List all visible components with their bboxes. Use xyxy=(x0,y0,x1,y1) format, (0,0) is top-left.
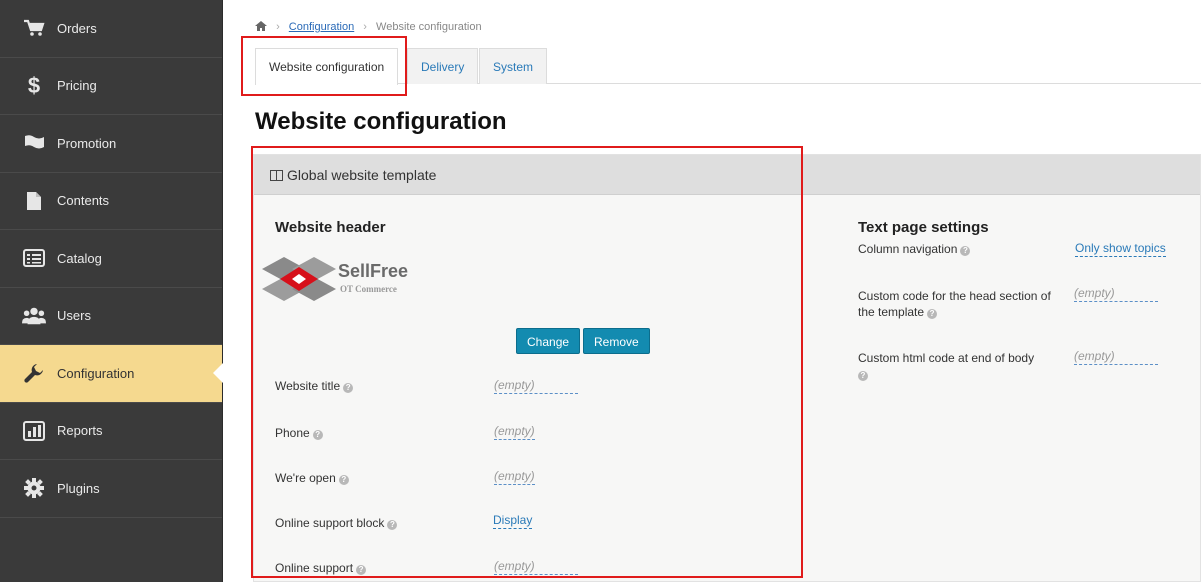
sidebar-item-label: Promotion xyxy=(57,135,117,151)
sidebar-item-configuration[interactable]: Configuration xyxy=(0,345,223,403)
home-icon[interactable] xyxy=(255,21,267,31)
tab-website-configuration[interactable]: Website configuration xyxy=(255,48,399,85)
breadcrumb-separator: › xyxy=(363,21,367,33)
sidebar-item-label: Catalog xyxy=(57,250,102,266)
remove-logo-button[interactable]: Remove xyxy=(583,328,650,354)
tab-system[interactable]: System xyxy=(479,48,548,84)
online-support-block-label: Online support block? xyxy=(275,515,398,531)
sidebar-item-label: Users xyxy=(57,308,91,324)
logo-tagline: OT Commerce xyxy=(340,284,397,294)
sidebar-item-catalog[interactable]: Catalog xyxy=(0,230,222,288)
help-icon[interactable]: ? xyxy=(858,371,868,381)
column-navigation-label: Column navigation? xyxy=(858,241,971,257)
sidebar-item-users[interactable]: Users xyxy=(0,288,222,345)
field-label-text: We're open xyxy=(275,471,336,485)
online-support-block-value[interactable]: Display xyxy=(493,513,533,529)
columns-icon xyxy=(270,170,283,181)
sidebar-item-label: Contents xyxy=(57,193,110,209)
page-title: Website configuration xyxy=(255,108,507,135)
dollar-icon: $ xyxy=(27,72,41,98)
sidebar-item-label: Pricing xyxy=(57,78,97,94)
phone-label: Phone? xyxy=(275,425,323,441)
breadcrumb-current: Website configuration xyxy=(376,21,482,33)
help-icon[interactable]: ? xyxy=(387,520,398,530)
change-logo-button[interactable]: Change xyxy=(516,328,581,354)
custom-body-code-label: Custom html code at end of body? xyxy=(858,350,1058,382)
website-title-value[interactable]: (empty) xyxy=(494,378,578,394)
field-label-text: Phone xyxy=(275,426,310,440)
field-label-text: Custom code for the head section of the … xyxy=(858,289,1051,319)
sidebar-item-pricing[interactable]: $ Pricing xyxy=(0,58,222,115)
panel-header: Global website template xyxy=(254,155,1200,195)
sidebar-item-label: Reports xyxy=(57,423,103,439)
were-open-label: We're open? xyxy=(275,470,349,486)
help-icon[interactable]: ? xyxy=(927,309,938,319)
sidebar-item-plugins[interactable]: Plugins xyxy=(0,460,222,518)
panel-title: Global website template xyxy=(287,167,437,183)
sidebar-item-label: Plugins xyxy=(57,480,100,496)
help-icon[interactable]: ? xyxy=(338,475,349,485)
cart-icon xyxy=(22,16,46,40)
help-icon[interactable]: ? xyxy=(356,565,367,575)
breadcrumb: › Configuration › Website configuration xyxy=(255,21,482,33)
sidebar-item-reports[interactable]: Reports xyxy=(0,403,222,460)
document-icon xyxy=(22,189,46,213)
sidebar: Orders $ Pricing Promotion Contents Cata… xyxy=(0,0,223,582)
website-title-label: Website title? xyxy=(275,378,354,394)
bar-chart-icon xyxy=(22,419,46,443)
users-icon xyxy=(22,304,46,328)
field-label-text: Column navigation xyxy=(858,242,958,256)
help-icon[interactable]: ? xyxy=(312,430,323,440)
sidebar-item-orders[interactable]: Orders xyxy=(0,0,222,58)
online-support-label: Online support? xyxy=(275,560,367,576)
flag-icon xyxy=(22,131,46,155)
field-label-text: Custom html code at end of body xyxy=(858,351,1035,365)
text-page-settings-title: Text page settings xyxy=(858,219,989,236)
list-icon xyxy=(22,246,46,270)
were-open-value[interactable]: (empty) xyxy=(494,469,535,485)
help-icon[interactable]: ? xyxy=(960,246,971,256)
custom-body-code-value[interactable]: (empty) xyxy=(1074,349,1158,365)
phone-value[interactable]: (empty) xyxy=(494,424,535,440)
breadcrumb-separator: › xyxy=(276,21,280,33)
website-header-title: Website header xyxy=(275,219,386,236)
wrench-icon xyxy=(22,361,46,385)
sidebar-item-contents[interactable]: Contents xyxy=(0,173,222,230)
breadcrumb-link-configuration[interactable]: Configuration xyxy=(289,21,354,33)
sidebar-item-label: Orders xyxy=(57,20,97,36)
sidebar-item-label: Configuration xyxy=(57,365,135,381)
custom-head-code-label: Custom code for the head section of the … xyxy=(858,288,1058,320)
online-support-value[interactable]: (empty) xyxy=(494,559,578,575)
field-label-text: Website title xyxy=(275,379,341,393)
field-label-text: Online support block xyxy=(275,516,385,530)
logo-name: SellFree xyxy=(338,261,409,281)
gear-icon xyxy=(22,476,46,500)
tab-bar: Website configuration Delivery System xyxy=(255,48,1201,85)
sellfree-logo-mark xyxy=(262,257,336,301)
custom-head-code-value[interactable]: (empty) xyxy=(1074,286,1158,302)
column-navigation-value[interactable]: Only show topics xyxy=(1075,241,1166,257)
help-icon[interactable]: ? xyxy=(343,383,354,393)
field-label-text: Online support xyxy=(275,561,354,575)
logo-image: SellFree OT Commerce xyxy=(262,255,422,309)
sidebar-item-promotion[interactable]: Promotion xyxy=(0,115,222,173)
tab-delivery[interactable]: Delivery xyxy=(407,48,479,84)
